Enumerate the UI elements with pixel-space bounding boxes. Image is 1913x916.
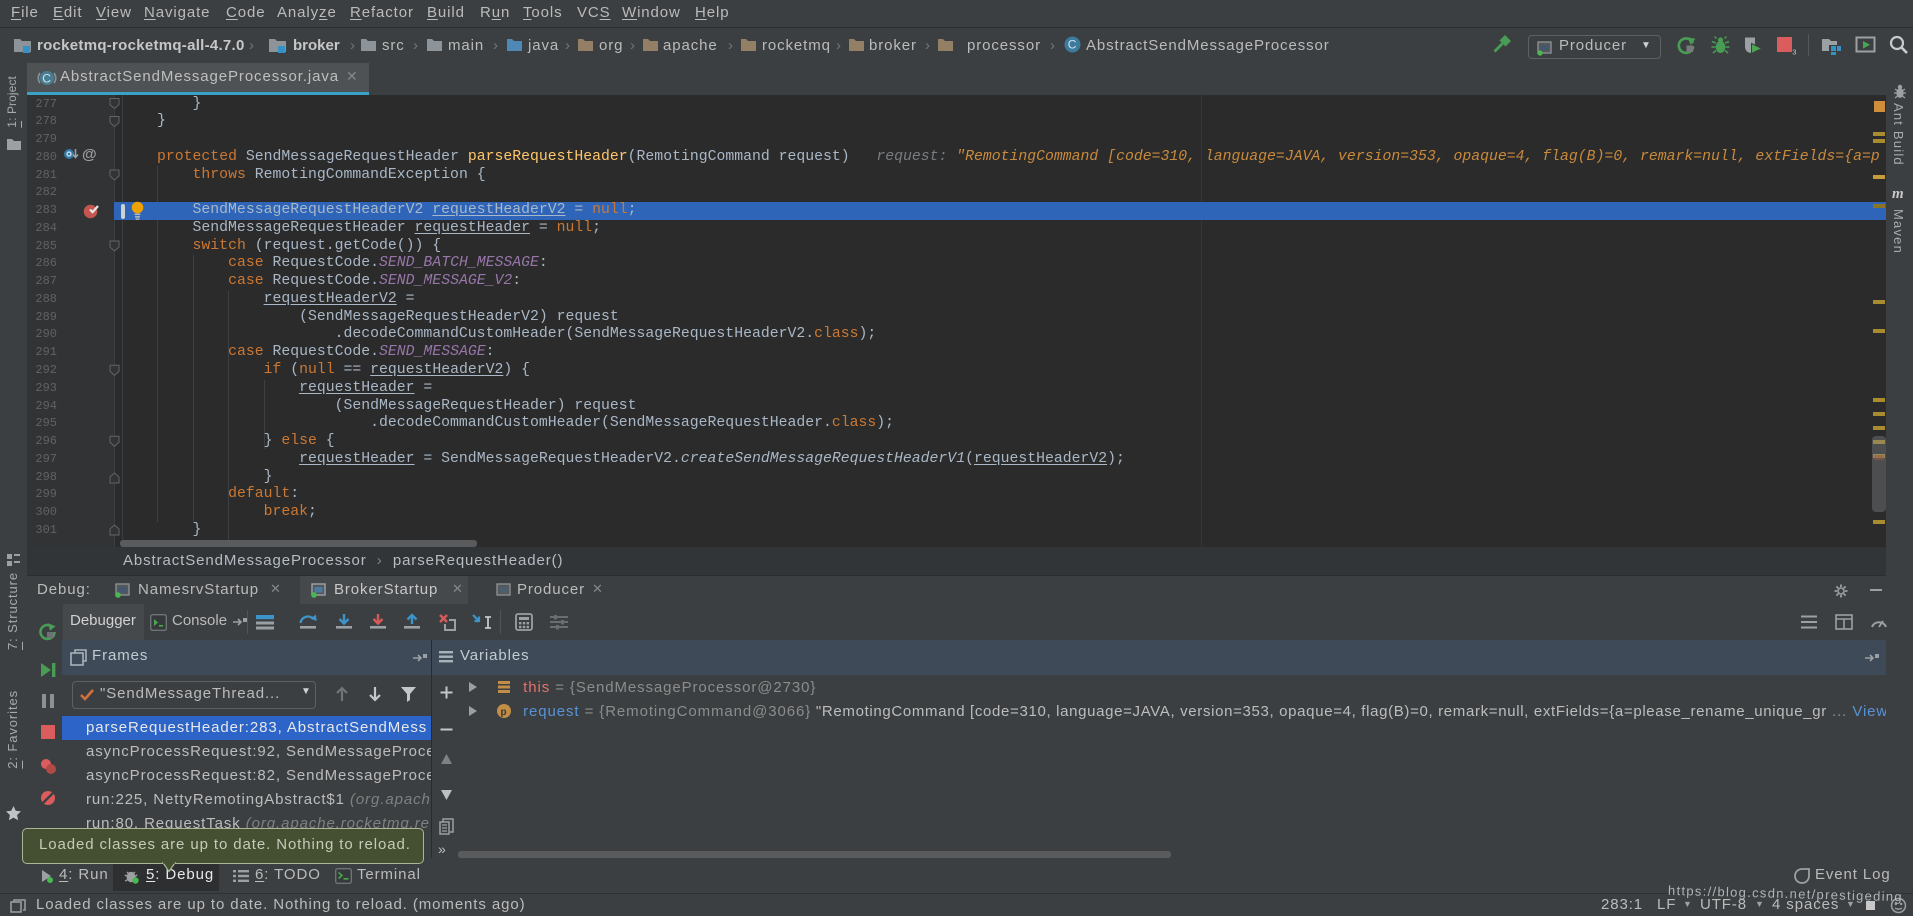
svg-text:3: 3 [1792, 48, 1797, 56]
svg-text:p: p [501, 707, 508, 718]
svg-text:C: C [42, 71, 52, 85]
svg-text:C: C [1068, 38, 1078, 52]
